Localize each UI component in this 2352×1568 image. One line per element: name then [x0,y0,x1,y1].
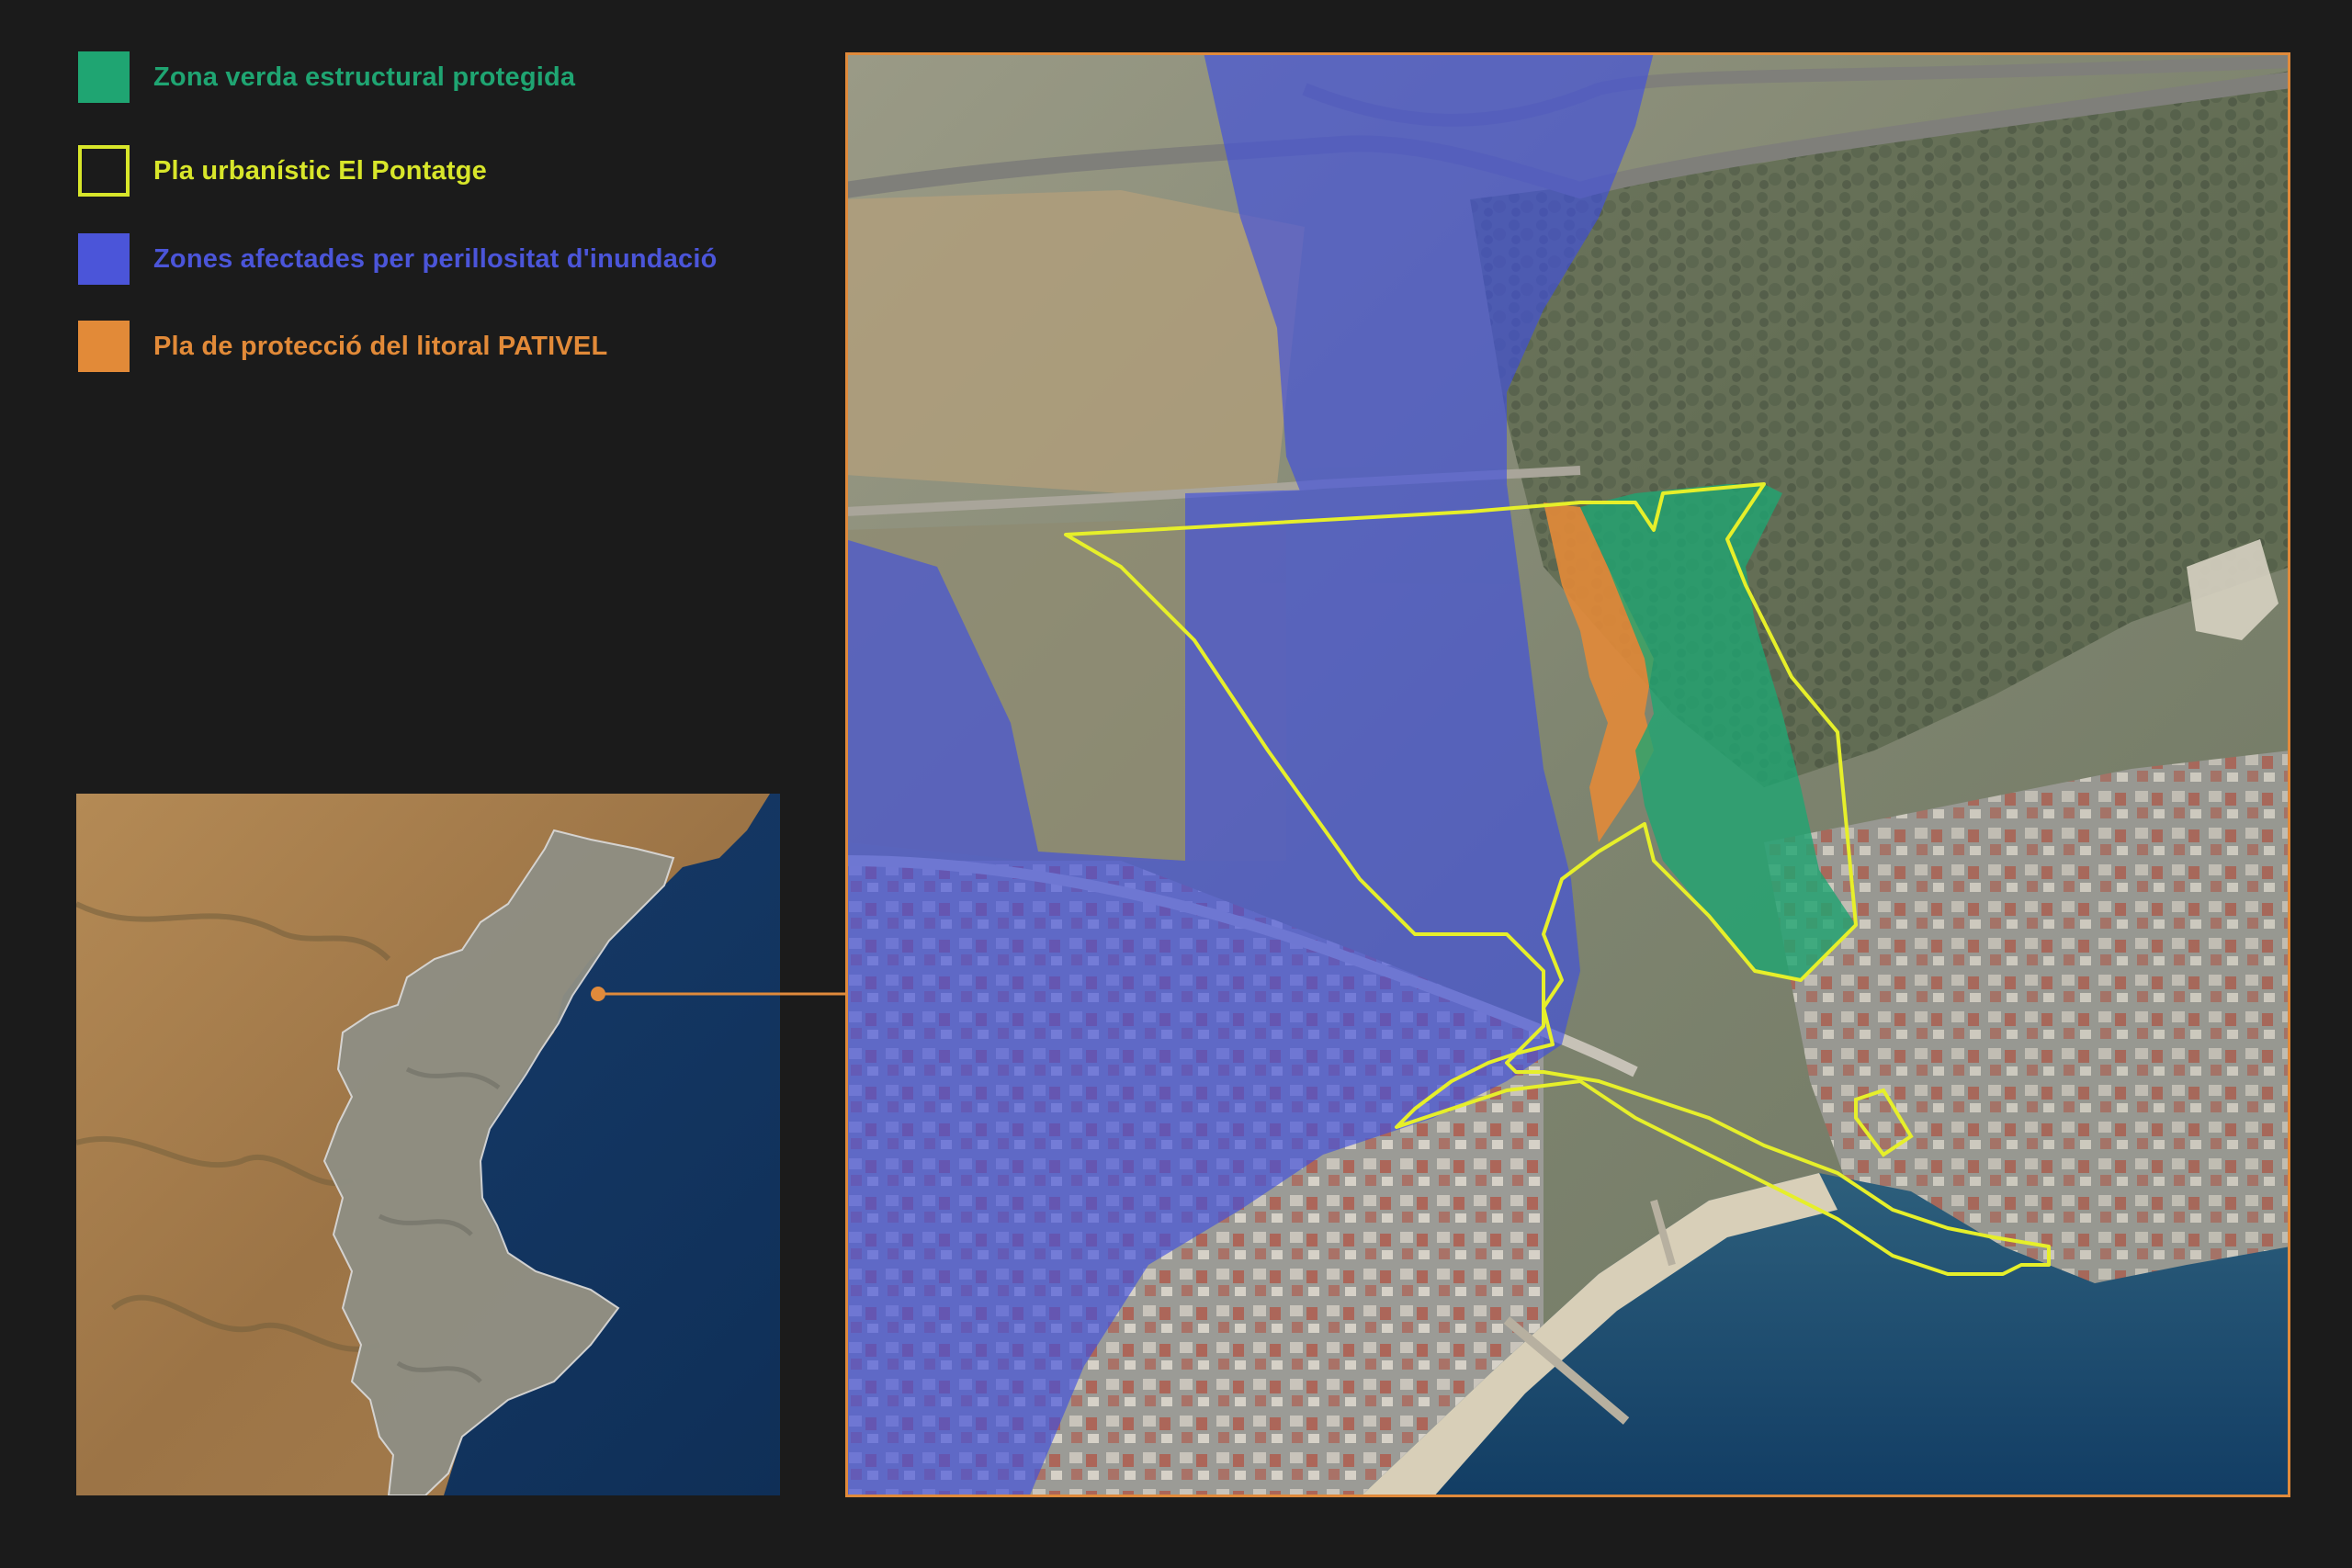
legend-item-pativel: Pla de protecció del litoral PATIVEL [78,321,607,372]
legend-swatch-orange [78,321,130,372]
legend-label-flood-zones: Zones afectades per perillositat d'inund… [153,243,718,274]
legend-label-urban-plan: Pla urbanístic El Pontatge [153,155,487,186]
legend-label-green-zone: Zona verda estructural protegida [153,62,576,92]
legend-item-flood-zones: Zones afectades per perillositat d'inund… [78,233,718,285]
farmland-area [845,190,1305,493]
main-aerial-map[interactable] [845,52,2290,1497]
legend-swatch-green [78,51,130,103]
legend-item-green-zone: Zona verda estructural protegida [78,51,575,103]
inset-location-map[interactable] [76,794,780,1495]
legend-swatch-blue [78,233,130,285]
main-map-graphic [845,52,2290,1497]
legend-swatch-yellow-outline [78,145,130,197]
legend-label-pativel: Pla de protecció del litoral PATIVEL [153,331,608,361]
legend-item-urban-plan: Pla urbanístic El Pontatge [78,145,487,197]
location-marker [591,987,605,1001]
inset-map-graphic [76,794,780,1495]
